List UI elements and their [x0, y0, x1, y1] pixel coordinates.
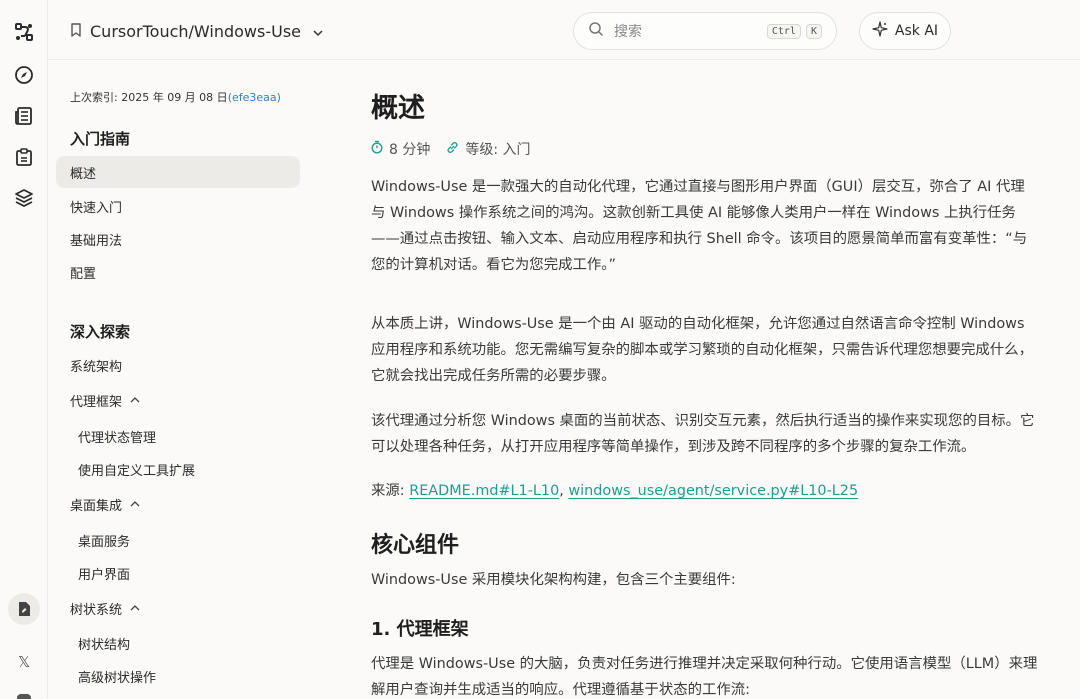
chevron-up-icon	[130, 601, 140, 616]
heading-core-components: 核心组件	[371, 533, 460, 558]
sidebar-item-quickstart[interactable]: 快速入门	[56, 190, 300, 222]
sidebar-item-custom-tools[interactable]: 使用自定义工具扩展	[56, 453, 300, 485]
paragraph-how-it-works: 该代理通过分析您 Windows 桌面的当前状态、识别交互元素，然后执行适当的操…	[371, 413, 1035, 455]
chevron-down-icon	[313, 22, 323, 41]
sidebar: 上次索引: 2025 年 09 月 08 日(efe3eaa) 入门指南 概述 …	[48, 60, 308, 699]
sidebar-item-user-interface[interactable]: 用户界面	[56, 557, 300, 589]
sidebar-item-desktop-integration[interactable]: 桌面集成	[56, 488, 300, 520]
paragraph-intro: Windows-Use 是一款强大的自动化代理，它通过直接与图形用户界面（GUI…	[371, 179, 1028, 273]
search-placeholder: 搜索	[614, 24, 642, 40]
top-bar: CursorTouch/Windows-Use 搜索 Ctrl K Ask AI	[48, 0, 1080, 60]
paragraph-components-intro: Windows-Use 采用模块化架构构建，包含三个主要组件:	[371, 572, 736, 588]
compass-icon[interactable]	[12, 63, 36, 87]
read-time: 8 分钟	[389, 142, 431, 158]
search-icon	[588, 21, 604, 41]
chevron-up-icon	[130, 497, 140, 512]
chevron-up-icon	[130, 393, 140, 408]
last-indexed: 上次索引: 2025 年 09 月 08 日(efe3eaa)	[70, 89, 281, 105]
source-line: 来源: README.md#L1-L10, windows_use/agent/…	[371, 478, 1039, 504]
page-meta: 8 分钟 等级: 入门	[371, 139, 531, 159]
discord-icon[interactable]	[12, 688, 36, 699]
section-deep-dive: 深入探索	[70, 323, 131, 341]
newspaper-icon[interactable]	[12, 104, 36, 128]
source-link-service[interactable]: windows_use/agent/service.py#L10-L25	[568, 483, 858, 499]
sidebar-item-architecture[interactable]: 系统架构	[56, 349, 300, 381]
clipboard-icon[interactable]	[12, 145, 36, 169]
ask-ai-button[interactable]: Ask AI	[859, 12, 951, 50]
sidebar-item-agent-state[interactable]: 代理状态管理	[56, 420, 300, 452]
x-logo-icon[interactable]: 𝕏	[12, 650, 36, 674]
timer-icon	[371, 140, 383, 158]
sparkle-icon	[872, 21, 888, 41]
sidebar-item-overview[interactable]: 概述	[56, 156, 300, 188]
source-separator: ,	[559, 483, 564, 499]
source-link-readme[interactable]: README.md#L1-L10	[409, 483, 559, 499]
sidebar-item-tree-system[interactable]: 树状系统	[56, 592, 300, 624]
search-input[interactable]: 搜索 Ctrl K	[573, 12, 837, 50]
workflow-icon[interactable]	[12, 20, 36, 44]
layers-icon[interactable]	[12, 186, 36, 210]
sidebar-item-advanced-tree[interactable]: 高级树状操作	[56, 660, 300, 692]
shortcut-k: K	[805, 23, 822, 39]
level: 等级: 入门	[465, 142, 531, 158]
repo-selector[interactable]: CursorTouch/Windows-Use	[70, 20, 323, 42]
paragraph-agent: 代理是 Windows-Use 的大脑，负责对任务进行推理并决定采取何种行动。它…	[371, 656, 1038, 698]
sidebar-item-tree-structure[interactable]: 树状结构	[56, 627, 300, 659]
page-title: 概述	[371, 93, 425, 124]
left-rail: 𝕏	[0, 0, 48, 699]
paragraph-essence: 从本质上讲，Windows-Use 是一个由 AI 驱动的自动化框架，允许您通过…	[371, 316, 1033, 384]
sidebar-item-basic-usage[interactable]: 基础用法	[56, 223, 300, 255]
source-label: 来源:	[371, 483, 405, 499]
file-edit-icon[interactable]	[8, 593, 40, 625]
sidebar-item-desktop-service[interactable]: 桌面服务	[56, 524, 300, 556]
sidebar-item-agent-framework[interactable]: 代理框架	[56, 384, 300, 416]
shortcut-ctrl: Ctrl	[766, 23, 801, 39]
link-icon	[446, 141, 459, 158]
heading-agent-framework: 1. 代理框架	[371, 619, 469, 640]
section-getting-started: 入门指南	[70, 130, 131, 148]
indexed-hash-link[interactable]: (efe3eaa)	[228, 91, 281, 104]
indexed-label: 上次索引: 2025 年 09 月 08 日	[70, 91, 228, 104]
ask-ai-label: Ask AI	[894, 23, 939, 39]
repo-name: CursorTouch/Windows-Use	[90, 21, 301, 41]
bookmark-icon	[70, 22, 82, 41]
sidebar-item-configuration[interactable]: 配置	[56, 256, 300, 288]
